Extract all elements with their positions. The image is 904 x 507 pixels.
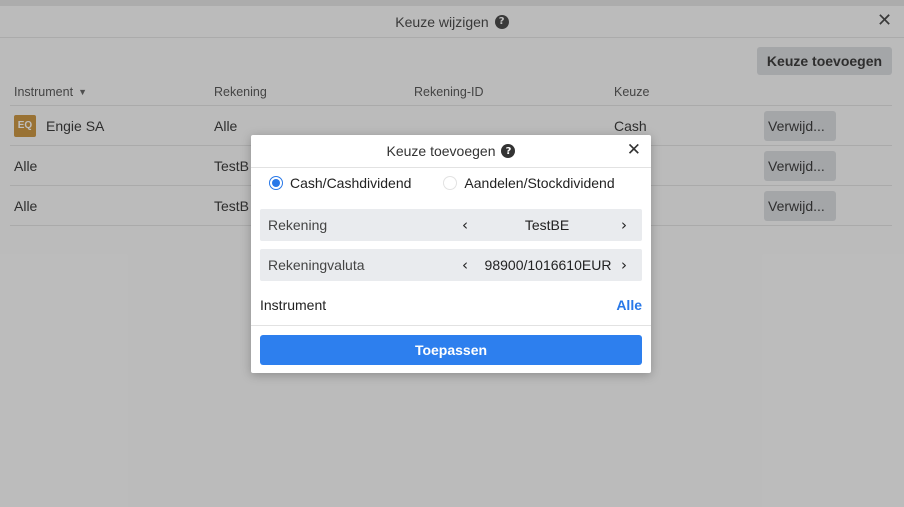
modal-divider xyxy=(251,325,651,326)
currency-selector: Rekeningvaluta ‹ 98900/1016610EUR › xyxy=(260,249,642,281)
chevron-right-icon[interactable]: › xyxy=(621,216,627,234)
radio-cash[interactable] xyxy=(269,176,283,190)
radio-stock[interactable] xyxy=(443,176,458,190)
radio-stock-option[interactable]: Aandelen/Stockdividend xyxy=(443,175,615,191)
instrument-label: Instrument xyxy=(260,297,327,313)
radio-cash-option[interactable]: Cash/Cashdividend xyxy=(269,175,411,191)
account-selector: Rekening ‹ TestBE › xyxy=(260,209,642,241)
radio-stock-label: Aandelen/Stockdividend xyxy=(464,175,615,191)
currency-value: 98900/1016610EUR xyxy=(484,257,612,273)
currency-label: Rekeningvaluta xyxy=(268,257,365,273)
chevron-left-icon[interactable]: ‹ xyxy=(462,216,468,234)
instrument-row: Instrument Alle xyxy=(260,295,642,315)
chevron-left-icon[interactable]: ‹ xyxy=(462,256,468,274)
chevron-right-icon[interactable]: › xyxy=(621,256,627,274)
instrument-link[interactable]: Alle xyxy=(616,297,642,313)
modal-title: Keuze toevoegen xyxy=(386,143,496,159)
add-choice-modal: Keuze toevoegen ? ✕ Cash/Cashdividend Aa… xyxy=(251,135,651,373)
help-icon[interactable]: ? xyxy=(501,144,516,158)
apply-button[interactable]: Toepassen xyxy=(260,335,642,365)
account-label: Rekening xyxy=(268,217,328,233)
modal-close-icon[interactable]: ✕ xyxy=(627,142,641,159)
radio-cash-label: Cash/Cashdividend xyxy=(290,175,412,191)
account-value: TestBE xyxy=(524,217,570,233)
dividend-type-radio-group: Cash/Cashdividend Aandelen/Stockdividend xyxy=(269,175,647,191)
modal-header: Keuze toevoegen ? ✕ xyxy=(251,135,651,168)
